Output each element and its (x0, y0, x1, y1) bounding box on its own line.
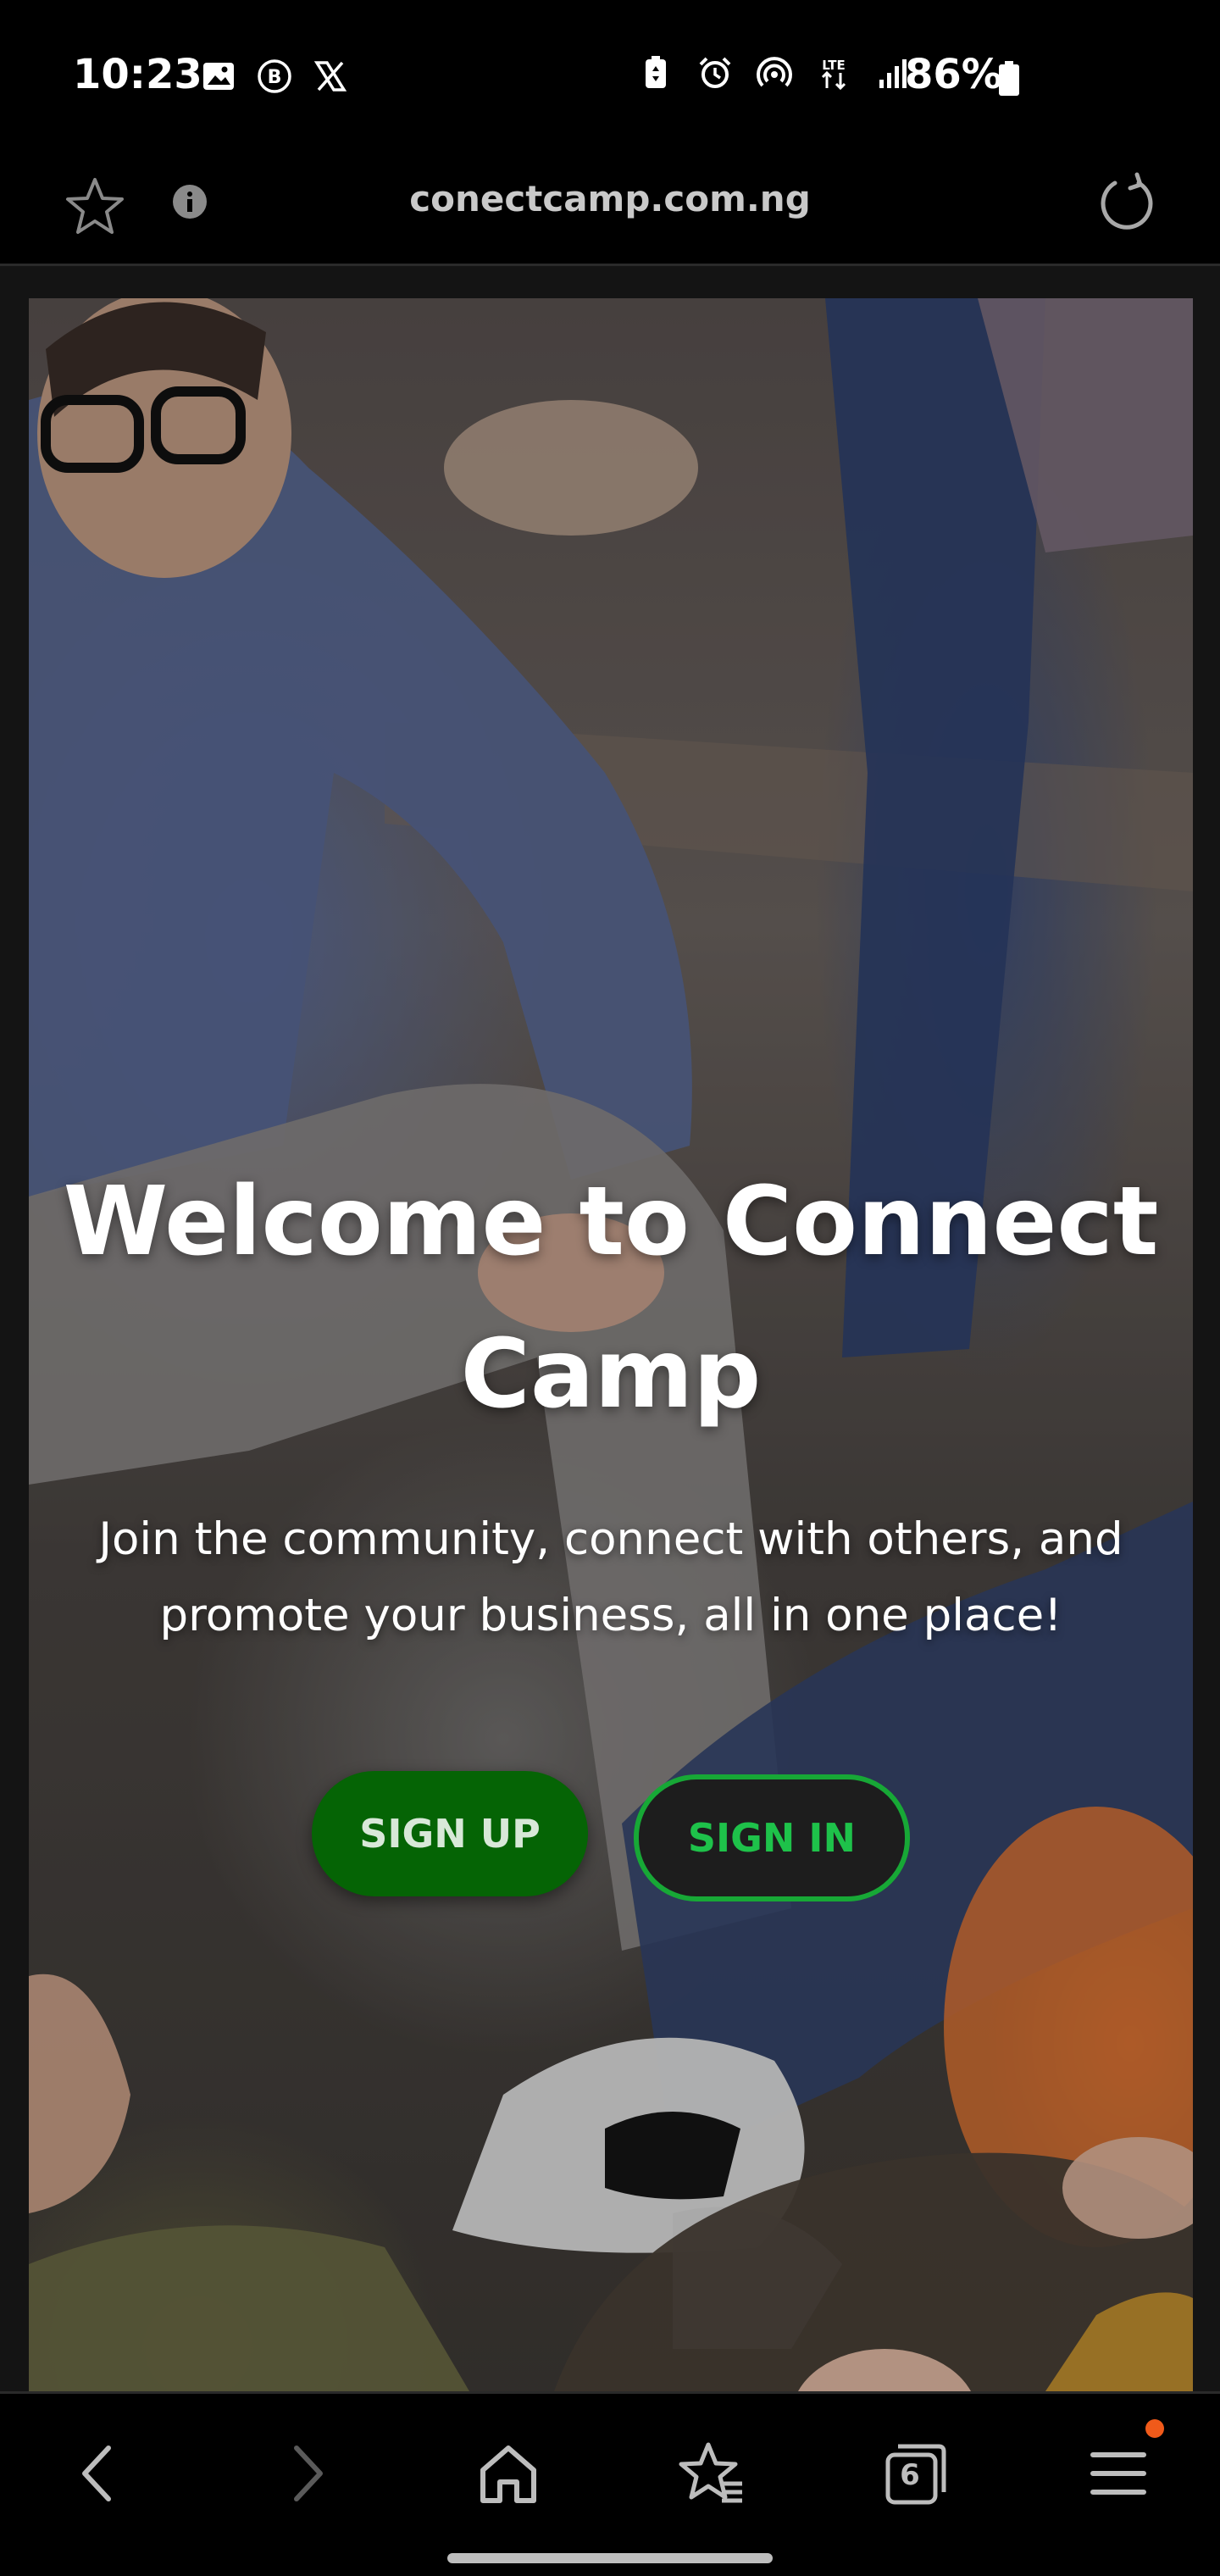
svg-text:B: B (268, 67, 282, 88)
gesture-handle[interactable] (447, 2553, 773, 2563)
lte-icon: LTE (821, 58, 846, 91)
browser-bottom-nav: 6 (0, 2391, 1220, 2576)
home-icon[interactable] (468, 2433, 549, 2514)
hero-section: Welcome to Connect Camp Join the communi… (29, 298, 1193, 2391)
bookmarks-icon[interactable] (671, 2433, 752, 2514)
menu-notification-dot (1145, 2419, 1164, 2438)
status-time: 10:23 (73, 51, 202, 98)
hero-subtitle: Join the community, connect with others,… (98, 1513, 1123, 1641)
menu-icon[interactable] (1078, 2433, 1159, 2514)
x-app-icon (313, 61, 347, 92)
back-icon[interactable] (59, 2433, 141, 2514)
status-bar: 10:23 B LTE 86% (0, 0, 1220, 153)
sign-up-button[interactable]: SIGN UP (312, 1771, 588, 1896)
sign-in-button[interactable]: SIGN IN (634, 1774, 910, 1901)
alarm-icon (699, 57, 731, 88)
status-system-icons: LTE (637, 54, 912, 92)
web-content: Welcome to Connect Camp Join the communi… (0, 266, 1220, 2391)
battery-saver-icon (646, 56, 666, 88)
status-notification-icons: B (200, 58, 349, 95)
svg-text:LTE: LTE (822, 58, 846, 73)
tabs-button[interactable]: 6 (874, 2433, 956, 2514)
reload-icon[interactable] (1093, 169, 1161, 237)
tab-count: 6 (900, 2458, 920, 2492)
battery-percent: 86% (905, 51, 1002, 98)
image-icon (203, 63, 234, 90)
b-app-icon: B (258, 59, 291, 93)
battery-icon (999, 61, 1019, 96)
browser-toolbar: conectcamp.com.ng (0, 153, 1220, 266)
hero-title: Welcome to Connect Camp (63, 1167, 1159, 1430)
forward-icon[interactable] (264, 2433, 346, 2514)
address-bar-url[interactable]: conectcamp.com.ng (0, 178, 1220, 219)
hotspot-icon (757, 57, 792, 87)
